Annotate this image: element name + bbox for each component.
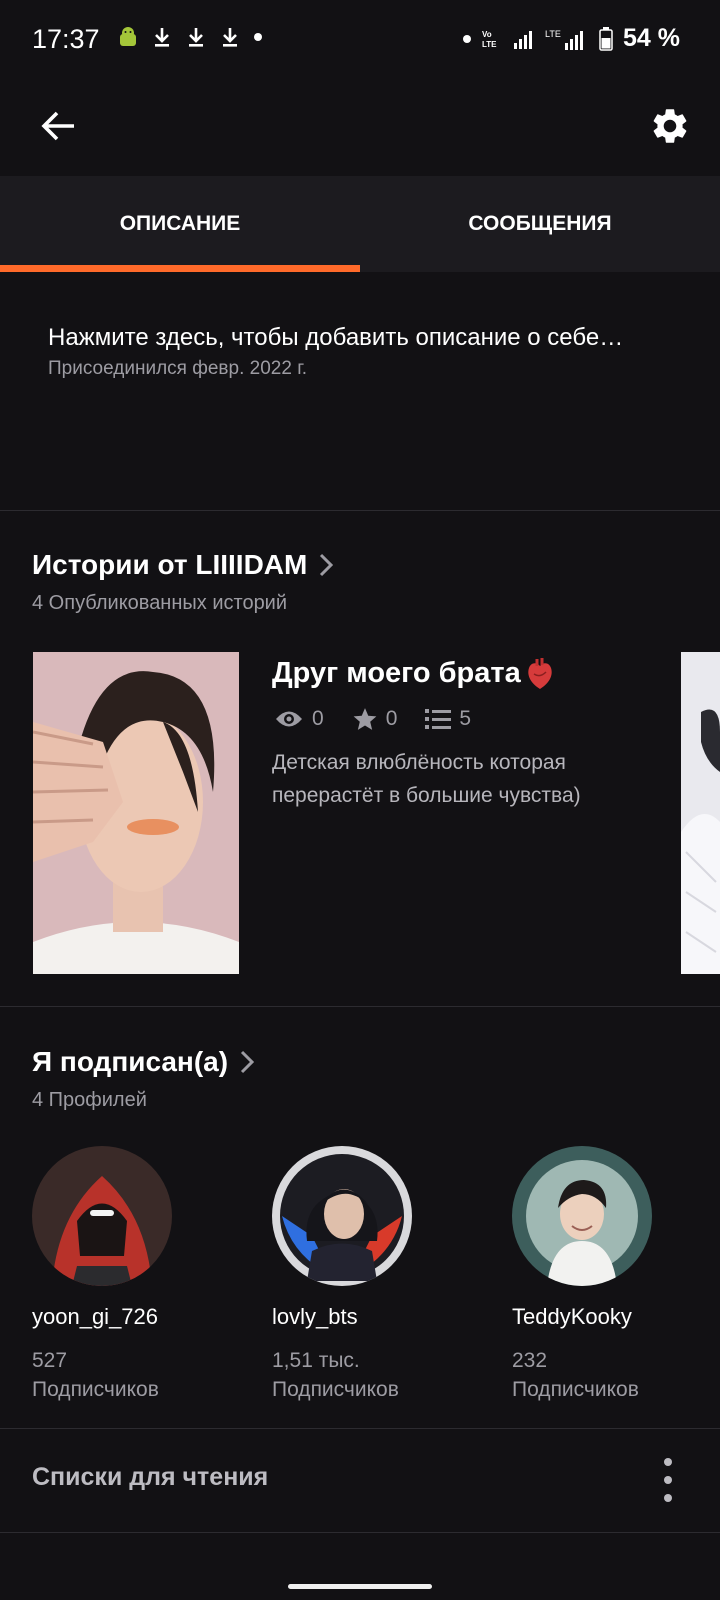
followed-profile[interactable]: yoon_gi_726 527 Подписчиков <box>32 1146 232 1404</box>
avatar[interactable] <box>512 1146 652 1286</box>
follower-number: 527 <box>32 1349 68 1372</box>
system-icons: Vo LTE LTE 54 % <box>463 24 680 53</box>
profile-username[interactable]: lovly_bts <box>272 1304 472 1330</box>
star-icon <box>353 708 377 730</box>
story-cover-image[interactable] <box>33 652 239 974</box>
add-description-prompt[interactable]: Нажмите здесь, чтобы добавить описание о… <box>48 318 688 358</box>
following-count: 4 Профилей <box>32 1089 147 1111</box>
svg-text:LTE: LTE <box>482 40 497 49</box>
svg-text:Vo: Vo <box>482 30 492 39</box>
about-section[interactable]: Нажмите здесь, чтобы добавить описание о… <box>48 318 688 380</box>
story-cover-image-next[interactable] <box>681 652 720 974</box>
tab-label: СООБЩЕНИЯ <box>468 212 612 235</box>
list-icon <box>425 709 452 729</box>
home-indicator[interactable] <box>288 1584 432 1589</box>
more-options-button[interactable] <box>656 1458 680 1502</box>
divider <box>0 510 720 511</box>
story-stats: 0 0 5 <box>274 706 489 732</box>
reads-count: 0 <box>312 707 324 730</box>
profile-username[interactable]: yoon_gi_726 <box>32 1304 232 1330</box>
follower-count: 1,51 тыс. Подписчиков <box>272 1346 472 1404</box>
profile-username[interactable]: TeddyKooky <box>512 1304 712 1330</box>
active-tab-indicator <box>0 265 360 272</box>
tab-messages[interactable]: СООБЩЕНИЯ <box>360 176 720 272</box>
svg-text:LTE: LTE <box>545 29 561 39</box>
follower-label: Подписчиков <box>272 1378 399 1401</box>
follower-number: 1,51 тыс. <box>272 1349 360 1372</box>
profile-tabs: ОПИСАНИЕ СООБЩЕНИЯ <box>0 176 720 272</box>
following-section-title[interactable]: Я подписан(а) <box>32 1046 255 1078</box>
parts-count: 5 <box>459 707 472 730</box>
chevron-right-icon <box>241 1050 255 1074</box>
follower-label: Подписчиков <box>512 1378 639 1401</box>
status-bar: 17:37 Vo LTE LTE 54 % <box>0 0 720 80</box>
battery-icon <box>599 26 613 51</box>
joined-date: Присоединился февр. 2022 г. <box>48 358 308 379</box>
followed-profile[interactable]: lovly_bts 1,51 тыс. Подписчиков <box>272 1146 472 1404</box>
chevron-right-icon <box>320 553 334 577</box>
story-description: Детская влюблёность которая перерастёт в… <box>272 751 581 807</box>
stories-title-text: Истории от LIIIIDAM <box>32 549 308 580</box>
followed-profile[interactable]: TeddyKooky 232 Подписчиков <box>512 1146 712 1404</box>
follower-count: 232 Подписчиков <box>512 1346 712 1404</box>
more-notifications-dot <box>254 33 262 41</box>
avatar[interactable] <box>272 1146 412 1286</box>
story-title[interactable]: Друг моего брата <box>272 656 555 690</box>
votes-count: 0 <box>385 707 398 730</box>
back-button[interactable] <box>30 98 86 154</box>
follower-number: 232 <box>512 1349 548 1372</box>
notification-icons <box>118 26 262 48</box>
app-bar <box>0 80 720 176</box>
status-time: 17:37 <box>32 24 100 54</box>
arrow-left-icon <box>41 111 74 141</box>
parts-stat: 5 <box>425 707 471 731</box>
android-icon <box>120 27 136 46</box>
download-icon <box>189 28 203 47</box>
battery-percent: 54 % <box>623 24 680 52</box>
volte-icon: VoLTE <box>482 30 497 49</box>
dot-icon <box>463 34 472 43</box>
divider <box>0 1532 720 1533</box>
more-vert-icon <box>664 1458 672 1466</box>
eye-icon <box>276 711 302 727</box>
download-icon <box>155 28 169 47</box>
tab-description[interactable]: ОПИСАНИЕ <box>0 176 360 272</box>
avatar[interactable] <box>32 1146 172 1286</box>
download-icon <box>223 28 237 47</box>
reads-stat: 0 <box>274 707 324 731</box>
reading-lists-label: Списки для чтения <box>32 1463 269 1491</box>
follower-count: 527 Подписчиков <box>32 1346 232 1404</box>
following-title-text: Я подписан(а) <box>32 1046 229 1077</box>
tab-label: ОПИСАНИЕ <box>119 212 241 235</box>
anatomical-heart-icon <box>528 658 552 689</box>
signal-icon <box>514 30 533 49</box>
settings-button[interactable] <box>642 98 698 154</box>
lte-signal-icon: LTE <box>545 29 584 50</box>
story-title-text: Друг моего брата <box>272 656 521 689</box>
divider <box>0 1006 720 1007</box>
stories-count: 4 Опубликованных историй <box>32 592 288 614</box>
stories-section-title[interactable]: Истории от LIIIIDAM <box>32 549 334 581</box>
follower-label: Подписчиков <box>32 1378 159 1401</box>
votes-stat: 0 <box>352 706 398 732</box>
reading-lists-row[interactable]: Списки для чтения <box>0 1428 720 1532</box>
gear-icon <box>653 109 687 143</box>
